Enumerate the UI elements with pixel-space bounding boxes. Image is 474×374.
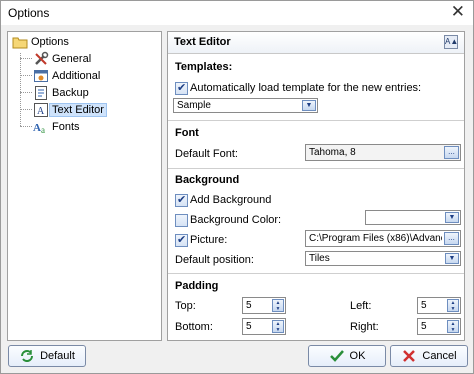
default-position-label: Default position: [175,254,254,266]
panel-title: Text Editor [174,36,231,48]
ellipsis-icon[interactable]: ... [444,232,459,245]
add-background-label: Add Background [190,194,272,206]
picture-label: Picture: [190,234,228,246]
padding-bottom-label: Bottom: [175,321,213,333]
checkmark-icon [329,348,345,364]
padding-left-value: 5 [421,300,427,311]
tree-item-label: General [52,52,92,65]
picture-path-value: C:\Program Files (x86)\Advanced D [309,233,442,244]
spin-down-icon[interactable]: ▼ [448,306,458,312]
ellipsis-icon[interactable]: ... [444,146,459,159]
picture-path-field[interactable]: C:\Program Files (x86)\Advanced D ... [305,230,461,247]
chevron-down-icon[interactable]: ▼ [445,253,459,264]
default-position-select[interactable]: Tiles ▼ [305,251,461,266]
add-background-checkbox[interactable] [175,193,188,207]
ok-button-label: OK [349,350,366,362]
tree-item-label: Additional [52,69,101,82]
settings-panel: Text Editor A▲ Templates: Automatically … [167,31,465,341]
ok-button[interactable]: OK [308,345,386,367]
tree-item-general[interactable]: General [33,50,94,67]
text-size-icon[interactable]: A▲ [444,35,458,49]
default-font-label: Default Font: [175,148,238,160]
tree-item-additional[interactable]: Additional [33,67,103,84]
title-bar: Options ✕ [1,1,473,25]
divider [168,273,464,274]
tools-icon [33,68,49,84]
svg-text:A: A [33,122,41,134]
padding-left-stepper[interactable]: 5 ▲ ▼ [417,297,461,314]
template-select-value: Sample [177,100,211,111]
cancel-button[interactable]: Cancel [390,345,468,367]
templates-heading: Templates: [175,61,233,73]
divider [168,120,464,121]
default-position-value: Tiles [309,253,330,264]
backup-icon [33,85,49,101]
background-color-picker[interactable]: ▼ [365,210,461,225]
spin-down-icon[interactable]: ▼ [273,327,283,333]
wrench-icon [33,51,49,67]
text-editor-icon: A [33,102,49,118]
padding-heading: Padding [175,280,219,292]
template-select[interactable]: Sample ▼ [173,98,318,113]
cancel-button-label: Cancel [422,350,457,362]
tree-item-label: Text Editor [49,102,107,117]
fonts-icon: Aa [33,119,49,135]
svg-text:a: a [41,125,45,135]
spin-down-icon[interactable]: ▼ [273,306,283,312]
chevron-down-icon[interactable]: ▼ [445,212,459,223]
auto-load-template-label: Automatically load template for the new … [190,82,422,94]
padding-bottom-stepper[interactable]: 5 ▲ ▼ [242,318,286,335]
font-heading: Font [175,127,199,139]
chevron-down-icon[interactable]: ▼ [302,100,316,111]
background-heading: Background [175,174,240,186]
padding-top-stepper[interactable]: 5 ▲ ▼ [242,297,286,314]
cancel-x-icon [401,348,417,364]
tree-item-text-editor[interactable]: A Text Editor [33,101,107,118]
background-color-checkbox[interactable] [175,214,188,227]
divider [168,168,464,169]
padding-right-stepper[interactable]: 5 ▲ ▼ [417,318,461,335]
tree-item-label: Fonts [52,120,80,133]
padding-bottom-value: 5 [246,321,252,332]
padding-right-label: Right: [350,321,379,333]
tree-item-options[interactable]: Options [12,33,72,50]
tree-item-label: Backup [52,86,89,99]
picture-checkbox[interactable] [175,233,188,247]
auto-load-template-checkbox[interactable] [175,81,188,95]
default-font-value: Tahoma, 8 [309,147,356,158]
tree-item-backup[interactable]: Backup [33,84,92,101]
close-icon[interactable]: ✕ [451,3,465,21]
folder-icon [12,34,28,50]
tree-item-fonts[interactable]: Aa Fonts [33,118,83,135]
spin-down-icon[interactable]: ▼ [448,327,458,333]
padding-top-value: 5 [246,300,252,311]
tree-item-label: Options [31,35,69,48]
padding-right-value: 5 [421,321,427,332]
default-button[interactable]: Default [8,345,86,367]
panel-header: Text Editor A▲ [168,32,464,54]
refresh-icon [19,348,35,364]
svg-text:A: A [37,106,45,117]
options-dialog: Options ✕ Options General Additional Bac… [0,0,474,374]
options-tree: Options General Additional Backup A Text… [7,31,162,341]
padding-left-label: Left: [350,300,372,312]
background-color-label: Background Color: [190,214,282,226]
padding-top-label: Top: [175,300,196,312]
default-button-label: Default [40,350,75,362]
window-title: Options [8,6,50,20]
default-font-field[interactable]: Tahoma, 8 ... [305,144,461,161]
